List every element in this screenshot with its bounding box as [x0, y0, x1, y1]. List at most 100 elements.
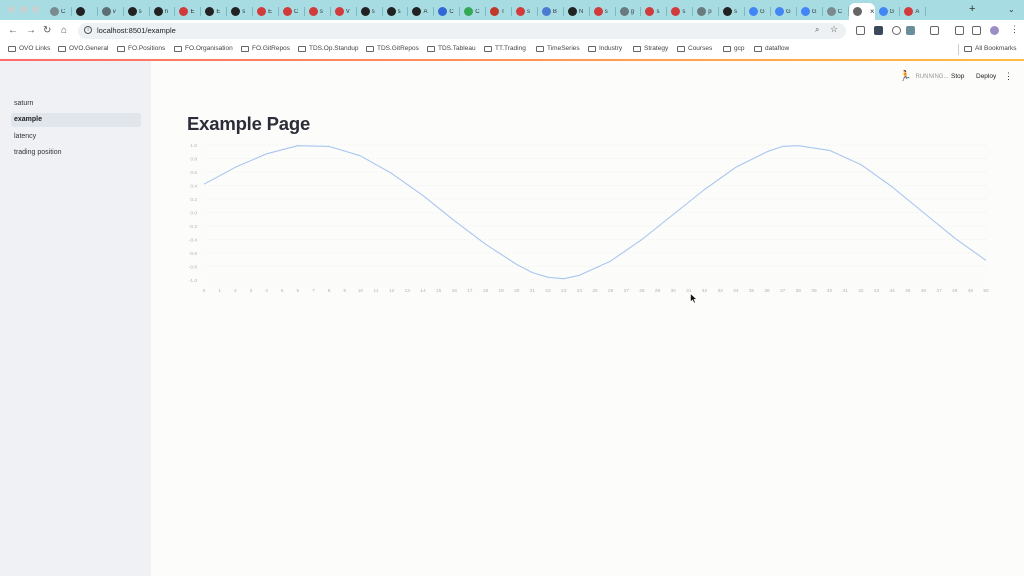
browser-tab[interactable]: n	[150, 3, 176, 20]
forward-icon[interactable]: →	[26, 25, 36, 36]
close-window-icon[interactable]	[8, 6, 15, 13]
maximize-window-icon[interactable]	[32, 6, 39, 13]
browser-tab[interactable]: s	[357, 3, 383, 20]
extension-icon[interactable]	[874, 26, 883, 35]
crown-icon	[516, 7, 526, 16]
browser-tab[interactable]: g	[616, 3, 642, 20]
site-info-icon[interactable]: i	[84, 26, 92, 34]
extension-icon[interactable]	[906, 26, 915, 35]
x-tick-label: 6	[297, 288, 300, 294]
browser-tab[interactable]: s	[305, 3, 331, 20]
browser-tab[interactable]: s	[227, 3, 254, 20]
bookmark-folder[interactable]: FO.Organisation	[174, 45, 233, 52]
bookmark-folder[interactable]: dataflow	[754, 45, 789, 52]
browser-tab[interactable]: N	[564, 3, 590, 20]
bookmark-folder[interactable]: FO.GitRepos	[241, 45, 290, 52]
browser-tab[interactable]: s	[667, 3, 694, 20]
main-menu-icon[interactable]: ⋮	[1004, 71, 1013, 82]
browser-tab[interactable]: E	[253, 3, 279, 20]
sidebar-item-trading-position[interactable]: trading position	[11, 146, 141, 160]
bookmark-folder[interactable]: Strategy	[633, 45, 668, 52]
tab-title: s	[734, 8, 738, 15]
tab-title: T	[501, 8, 505, 15]
deploy-button[interactable]: Deploy	[976, 73, 996, 80]
browser-tab[interactable]: s	[383, 3, 409, 20]
minimize-window-icon[interactable]	[20, 6, 27, 13]
bookmark-folder[interactable]: gcp	[723, 45, 744, 52]
x-tick-label: 22	[545, 288, 551, 294]
browser-tab[interactable]: C	[823, 3, 849, 20]
browser-tab[interactable]: v	[98, 3, 124, 20]
browser-tab[interactable]: V	[331, 3, 357, 20]
tab-title: C	[837, 8, 843, 15]
zoom-icon[interactable]: ⌕	[815, 25, 819, 35]
browser-tab[interactable]: C	[460, 3, 487, 20]
all-bookmarks[interactable]: All Bookmarks	[964, 45, 1017, 52]
bookmark-folder[interactable]: OVO Links	[8, 45, 50, 52]
side-panel-icon[interactable]	[972, 26, 981, 35]
sidebar-item-latency[interactable]: latency	[11, 130, 141, 144]
browser-tab[interactable]: T×	[848, 3, 875, 20]
reload-icon[interactable]: ↻	[43, 25, 51, 36]
x-tick-label: 7	[312, 288, 315, 294]
bookmark-folder[interactable]: TT.Trading	[484, 45, 526, 52]
browser-tab[interactable]: B	[538, 3, 564, 20]
url-text[interactable]: localhost:8501/example	[97, 26, 176, 35]
browser-tab[interactable]: s	[590, 3, 616, 20]
bookmark-folder[interactable]: OVO.General	[58, 45, 108, 52]
bookmark-folder[interactable]: Courses	[677, 45, 712, 52]
profile-avatar[interactable]	[990, 26, 999, 35]
x-tick-label: 23	[561, 288, 567, 294]
browser-tab[interactable]: E	[201, 3, 228, 20]
address-bar[interactable]: i localhost:8501/example ⌕ ☆	[78, 23, 846, 39]
cast-icon[interactable]	[955, 26, 964, 35]
browser-tab[interactable]: s	[512, 3, 538, 20]
extensions-puzzle-icon[interactable]	[930, 26, 939, 35]
browser-tab[interactable]: E	[175, 3, 202, 20]
browser-tab[interactable]: s	[124, 3, 150, 20]
x-tick-label: 32	[702, 288, 708, 294]
folder-icon	[588, 45, 596, 52]
browser-tab[interactable]: G	[771, 3, 797, 20]
browser-tab[interactable]: C	[46, 3, 72, 20]
x-tick-label: 34	[733, 288, 739, 294]
bookmark-folder[interactable]: TDS.Op.Standup	[298, 45, 359, 52]
browser-tab[interactable]: C	[279, 3, 305, 20]
browser-tab[interactable]: s	[641, 3, 668, 20]
home-icon[interactable]: ⌂	[61, 25, 67, 36]
browser-tab[interactable]: G	[875, 3, 901, 20]
bookmark-folder[interactable]: FO.Positions	[117, 45, 165, 52]
new-tab-icon[interactable]: +	[969, 3, 975, 15]
bookmark-folder[interactable]: TimeSeries	[536, 45, 580, 52]
line-chart[interactable]: 1.0 0.8 0.6 0.4 0.2 0.0 -0.2 -0.4 -0.6 -0.8 -1.0 0 1…	[185, 140, 995, 300]
stop-button[interactable]: Stop	[951, 73, 964, 80]
bookmark-folder[interactable]: Industry	[588, 45, 622, 52]
browser-menu-icon[interactable]: ⋮	[1010, 24, 1019, 35]
extension-icon[interactable]	[856, 26, 865, 35]
folder-icon	[754, 45, 762, 52]
browser-tab[interactable]: C	[434, 3, 461, 20]
tab-title: s	[682, 8, 686, 15]
tab-search-icon[interactable]: ⌄	[1008, 5, 1015, 14]
tab-title: V	[345, 8, 350, 15]
back-icon[interactable]: ←	[8, 25, 18, 36]
browser-tab[interactable]: G	[797, 3, 823, 20]
browser-tab[interactable]: s	[719, 3, 745, 20]
browser-tab[interactable]	[72, 3, 98, 20]
window-controls[interactable]	[8, 6, 39, 13]
browser-tab[interactable]: T	[486, 3, 512, 20]
extension-icon[interactable]	[892, 26, 901, 35]
browser-tab[interactable]: A	[900, 3, 927, 20]
bookmark-star-icon[interactable]: ☆	[830, 24, 838, 35]
browser-tab[interactable]: p	[693, 3, 720, 20]
bookmark-folder[interactable]: TDS.Tableau	[427, 45, 476, 52]
sidebar-item-example[interactable]: example	[11, 113, 141, 128]
x-tick-label: 13	[405, 288, 411, 294]
bookmark-label: FO.Organisation	[185, 45, 233, 52]
browser-tab[interactable]: A	[408, 3, 435, 20]
bookmark-folder[interactable]: TDS.GitRepos	[366, 45, 419, 52]
browser-tab[interactable]: G	[745, 3, 771, 20]
crown-icon	[308, 7, 318, 16]
mouse-cursor-icon	[690, 293, 698, 304]
sidebar-item-saturn[interactable]: saturn	[11, 97, 141, 111]
